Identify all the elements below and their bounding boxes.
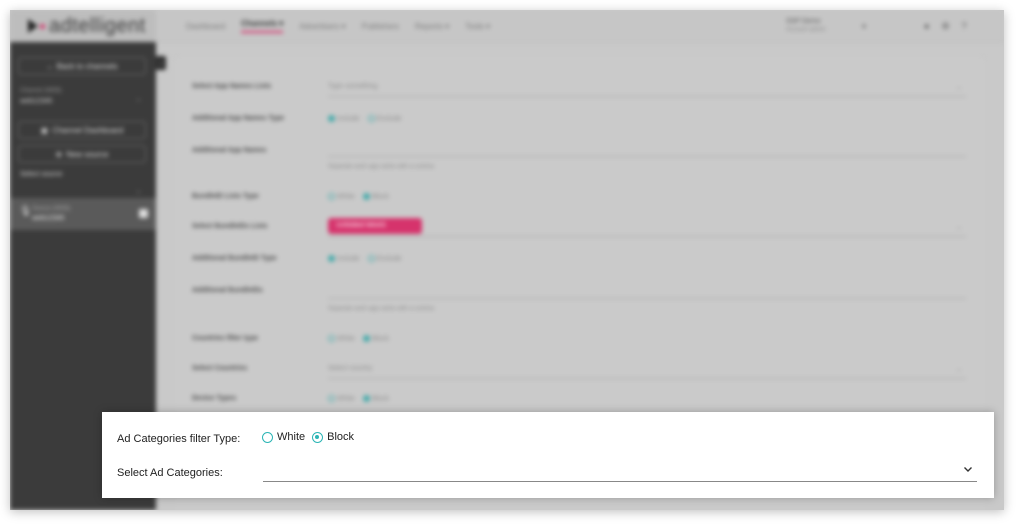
form-label: Additional BundleIDs [192, 287, 263, 294]
radio-white-label: White [277, 431, 306, 443]
user-role: Account admin [786, 27, 826, 33]
bell-icon[interactable]: ● [924, 21, 929, 32]
radio-icon [328, 335, 335, 342]
form-row-device-types: Device Types White Block [176, 390, 984, 410]
chevron-down-icon[interactable]: ⌄ [956, 365, 962, 373]
radio-group: White Block [328, 335, 389, 342]
chevron-down-icon[interactable]: ▾ [862, 22, 866, 31]
form-label: Additional App Names [192, 147, 267, 154]
main-nav: Dashboard Channels ▾ Advertisers ▾ Publi… [186, 10, 490, 42]
radio-block[interactable]: Block [312, 431, 354, 443]
radio-unchecked-icon [262, 431, 273, 443]
app-names-lists-input[interactable]: Type something [328, 83, 377, 90]
form-row-additional-bundleid-type: Additional BundleID Type Include Exclude [176, 250, 984, 270]
chevron-down-icon[interactable]: ⌄ [956, 223, 962, 231]
radio-checked-icon [328, 115, 335, 122]
chevron-down-icon[interactable]: ⌄ [135, 186, 142, 195]
brand-name: adtelligent [49, 14, 146, 37]
radio-checked-icon [362, 193, 370, 200]
source-name: web12345 [32, 215, 65, 222]
plus-icon: ⊕ [55, 149, 63, 159]
countries-input[interactable]: Select country [328, 365, 372, 372]
form-label: Countries filter type [192, 335, 259, 342]
nav-item-channels[interactable]: Channels ▾ [241, 19, 284, 33]
new-source-label: New source [66, 149, 109, 159]
radio-icon [328, 193, 335, 200]
form-row-bundleids-lists: Select BundleIDs Lists ⌄ [176, 218, 984, 238]
top-icons: ● ⚙ ? [924, 21, 967, 32]
chevron-down-icon[interactable] [963, 464, 973, 474]
form-label: Select Countries [192, 365, 248, 372]
select-source-label: Select source [20, 171, 63, 178]
radio-white[interactable]: White [262, 431, 305, 443]
sidebar-item-source[interactable]: 🎙 Source (WEB) web12345 [10, 198, 156, 230]
hint-text: Separate each app name with a comma [328, 306, 435, 312]
nav-item-reports[interactable]: Reports ▾ [415, 22, 449, 31]
user-name: SSP Demo [786, 18, 821, 25]
gear-icon[interactable]: ⚙ [941, 21, 949, 32]
chevron-down-icon[interactable]: ⌄ [956, 83, 962, 91]
form-label: Additional BundleID Type [192, 255, 277, 262]
help-icon[interactable]: ? [962, 21, 967, 32]
radio-icon [328, 395, 335, 402]
form-row-countries-filter-type: Countries filter type White Block [176, 330, 984, 350]
brand-logo[interactable]: adtelligent [10, 10, 156, 42]
source-settings-icon[interactable] [139, 209, 148, 218]
selected-chip[interactable]: Unfolded MAAS [328, 218, 422, 234]
ad-categories-filter-type-radio-group: White Block [262, 431, 361, 443]
radio-icon [367, 115, 375, 122]
collapse-sidebar-icon[interactable]: ‹ [156, 56, 166, 70]
dashboard-icon: ▣ [40, 125, 49, 135]
nav-item-dashboard[interactable]: Dashboard [186, 22, 225, 31]
form-row-app-names-lists: Select App Names Lists Type something ⌄ [176, 78, 984, 98]
channel-dashboard-button[interactable]: ▣ Channel Dashboard [18, 121, 146, 139]
source-caption: Source (WEB) [32, 206, 71, 212]
nav-item-advertisers[interactable]: Advertisers ▾ [299, 22, 345, 31]
form-label: Additional App Names Type [192, 115, 285, 122]
form-row-additional-bundleids: Additional BundleIDs [176, 282, 984, 302]
additional-app-names-input[interactable] [328, 156, 966, 157]
chevron-down-icon[interactable]: ⌄ [135, 94, 142, 103]
channel-caption: Channel (WEB) [20, 88, 62, 94]
channel-name: web12345 [20, 98, 53, 105]
radio-group: Include Exclude [328, 255, 401, 262]
radio-group: Include Exclude [328, 115, 401, 122]
radio-block-label: Block [327, 431, 355, 443]
form-label: Select App Names Lists [192, 83, 272, 90]
radio-icon [367, 255, 375, 262]
form-row-additional-app-names-type: Additional App Names Type Include Exclud… [176, 110, 984, 130]
back-to-channels-button[interactable]: ← Back to channels [18, 57, 146, 75]
form-row-additional-app-names: Additional App Names [176, 142, 984, 162]
radio-checked-icon [312, 431, 324, 443]
nav-item-publishers[interactable]: Publishers [362, 22, 399, 31]
ad-categories-select[interactable] [263, 462, 977, 482]
ad-categories-filter-type-label: Ad Categories filter Type: [117, 433, 241, 445]
form-label: Device Types [192, 395, 237, 402]
microphone-icon: 🎙 [19, 206, 32, 217]
radio-checked-icon [362, 335, 370, 342]
form-label: BundleID Lists Type [192, 193, 259, 200]
logo-play-icon [28, 19, 38, 33]
form-label: Select BundleIDs Lists [192, 223, 268, 230]
channel-dashboard-label: Channel Dashboard [52, 125, 124, 135]
new-source-button[interactable]: ⊕ New source [18, 145, 146, 163]
form-row-bundleid-lists-type: BundleID Lists Type White Block [176, 188, 984, 208]
form-row-select-countries: Select Countries Select country ⌄ [176, 360, 984, 380]
hint-text: Separate each app name with a comma [328, 164, 435, 170]
top-bar: Dashboard Channels ▾ Advertisers ▾ Publi… [156, 10, 1004, 42]
additional-bundleids-input[interactable] [328, 298, 966, 299]
radio-checked-icon [328, 255, 335, 262]
ad-categories-panel: Ad Categories filter Type: White Block S… [102, 412, 994, 498]
radio-checked-icon [362, 395, 370, 402]
select-ad-categories-label: Select Ad Categories: [117, 467, 223, 479]
radio-group: White Block [328, 395, 389, 402]
logo-dot-icon [40, 23, 45, 29]
user-menu[interactable]: SSP Demo Account admin [786, 18, 826, 33]
nav-item-tools[interactable]: Tools ▾ [465, 22, 490, 31]
radio-group: White Block [328, 193, 389, 200]
